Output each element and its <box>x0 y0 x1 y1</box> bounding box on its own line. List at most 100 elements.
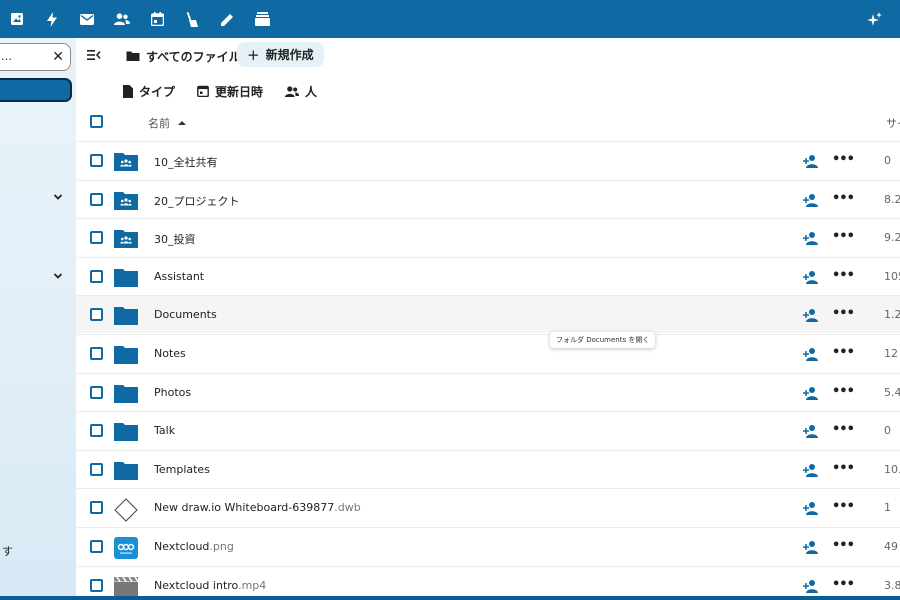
file-name[interactable]: 20_プロジェクト <box>154 193 240 209</box>
notes-icon[interactable] <box>216 8 238 30</box>
chevron-down-icon[interactable] <box>52 191 64 203</box>
sparkle-icon[interactable] <box>863 8 885 30</box>
file-name[interactable]: Documents <box>154 308 217 321</box>
table-row[interactable]: Nextcloud intro.mp4 ••• 3.8 <box>76 565 900 600</box>
filter-type[interactable]: タイプ <box>123 83 175 100</box>
filter-modified-label: 更新日時 <box>215 84 264 99</box>
file-basename: New draw.io Whiteboard-639877 <box>154 501 335 515</box>
select-all-checkbox[interactable] <box>90 115 103 128</box>
more-actions-icon[interactable]: ••• <box>832 345 855 360</box>
row-checkbox[interactable] <box>90 424 103 438</box>
file-name[interactable]: Nextcloud.png <box>154 540 234 553</box>
table-row[interactable]: Documents ••• 1.2 <box>76 295 900 334</box>
toggle-navigation-icon[interactable] <box>86 47 102 63</box>
photos-icon[interactable] <box>6 8 28 30</box>
file-basename: Assistant <box>154 269 205 283</box>
share-icon[interactable] <box>803 193 819 207</box>
row-checkbox[interactable] <box>90 578 103 592</box>
more-actions-icon[interactable]: ••• <box>832 499 855 514</box>
file-name[interactable]: Templates <box>154 463 210 476</box>
cleaning-icon[interactable] <box>181 8 203 30</box>
row-checkbox[interactable] <box>90 462 103 476</box>
table-row[interactable]: 20_プロジェクト ••• 8.2 <box>76 179 900 218</box>
new-button[interactable]: + 新規作成 <box>237 42 324 67</box>
row-checkbox[interactable] <box>90 385 103 399</box>
share-icon[interactable] <box>803 463 819 477</box>
filter-people[interactable]: 人 <box>285 83 317 100</box>
sidebar-item-active[interactable] <box>0 78 72 102</box>
file-name[interactable]: New draw.io Whiteboard-639877.dwb <box>154 501 361 514</box>
row-checkbox[interactable] <box>90 231 103 245</box>
deck-icon[interactable] <box>251 8 273 30</box>
chevron-down-icon[interactable] <box>52 270 64 282</box>
table-row[interactable]: Notes ••• 12 <box>76 334 900 372</box>
share-icon[interactable] <box>803 386 819 400</box>
activity-icon[interactable] <box>41 8 63 30</box>
more-actions-icon[interactable]: ••• <box>832 461 855 476</box>
sidebar: … ✕ す <box>0 38 76 596</box>
table-row[interactable]: Templates ••• 10.4 <box>76 449 900 488</box>
share-icon[interactable] <box>803 308 819 323</box>
table-row[interactable]: New draw.io Whiteboard-639877.dwb ••• 1 <box>76 488 900 526</box>
file-name[interactable]: Nextcloud intro.mp4 <box>154 579 266 592</box>
row-checkbox[interactable] <box>90 540 103 553</box>
search-input[interactable]: … ✕ <box>0 43 71 71</box>
table-row[interactable]: 10_全社共有 ••• 0 <box>76 141 900 179</box>
file-name[interactable]: Assistant <box>154 270 204 283</box>
file-name[interactable]: Notes <box>154 347 186 360</box>
file-name[interactable]: Photos <box>154 386 191 399</box>
sidebar-footer-text: す <box>2 545 13 558</box>
share-icon[interactable] <box>803 540 819 554</box>
sort-ascending-icon <box>178 121 186 125</box>
more-actions-icon[interactable]: ••• <box>832 384 855 399</box>
share-icon[interactable] <box>803 347 819 361</box>
folder-icon <box>114 460 138 480</box>
row-checkbox[interactable] <box>90 269 103 283</box>
share-icon[interactable] <box>803 270 819 284</box>
file-name[interactable]: 10_全社共有 <box>154 154 218 170</box>
calendar-icon[interactable] <box>146 8 168 30</box>
more-actions-icon[interactable]: ••• <box>832 229 855 244</box>
table-row[interactable]: 30_投資 ••• 9.2 <box>76 218 900 256</box>
sort-by-name[interactable]: 名前 <box>148 115 187 131</box>
row-checkbox[interactable] <box>90 192 103 206</box>
table-row[interactable]: Assistant ••• 105 <box>76 256 900 295</box>
folder-icon <box>114 267 138 287</box>
size-column-header[interactable]: サイズ <box>886 115 900 131</box>
filter-modified[interactable]: 更新日時 <box>197 83 263 100</box>
file-extension: .png <box>209 540 234 553</box>
contacts-icon[interactable] <box>111 8 133 30</box>
share-icon[interactable] <box>803 579 819 593</box>
more-actions-icon[interactable]: ••• <box>832 268 855 283</box>
share-icon[interactable] <box>803 154 819 168</box>
file-icon <box>123 84 133 98</box>
file-basename: Nextcloud <box>154 540 210 553</box>
more-actions-icon[interactable]: ••• <box>832 152 855 167</box>
row-checkbox[interactable] <box>90 154 103 167</box>
row-checkbox[interactable] <box>90 347 103 360</box>
more-actions-icon[interactable]: ••• <box>832 577 855 592</box>
row-checkbox[interactable] <box>90 308 103 322</box>
row-checkbox[interactable] <box>90 501 103 515</box>
breadcrumb-all-files[interactable]: すべてのファイル <box>126 47 241 65</box>
file-extension: .mp4 <box>238 578 267 592</box>
file-name[interactable]: Talk <box>154 424 175 437</box>
table-row[interactable]: Photos ••• 5.4 <box>76 372 900 411</box>
close-icon[interactable]: ✕ <box>52 47 64 67</box>
mail-icon[interactable] <box>76 8 98 30</box>
new-button-label: 新規作成 <box>265 48 314 62</box>
file-size: 1.2 <box>884 308 900 322</box>
share-icon[interactable] <box>803 424 819 439</box>
file-size: 3.8 <box>884 578 900 592</box>
table-row[interactable]: Nextcloud.png ••• 49 <box>76 527 900 565</box>
more-actions-icon[interactable]: ••• <box>832 191 855 206</box>
shared-folder-icon <box>114 228 138 249</box>
share-icon[interactable] <box>803 231 819 246</box>
more-actions-icon[interactable]: ••• <box>832 306 855 321</box>
table-row[interactable]: Talk ••• 0 <box>76 411 900 449</box>
more-actions-icon[interactable]: ••• <box>832 538 855 553</box>
more-actions-icon[interactable]: ••• <box>832 422 855 437</box>
share-icon[interactable] <box>803 501 819 516</box>
file-size: 105 <box>884 269 900 283</box>
file-name[interactable]: 30_投資 <box>154 231 196 247</box>
